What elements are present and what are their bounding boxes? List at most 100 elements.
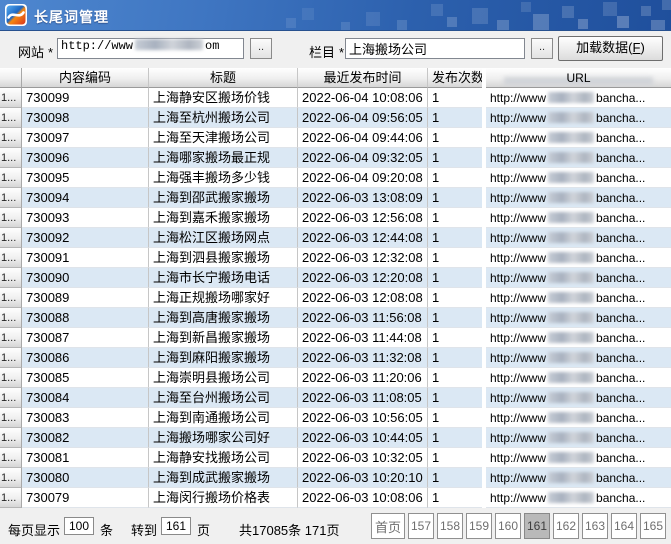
table-row-url[interactable]: http://wwwbancha... bbox=[486, 188, 671, 208]
table-row[interactable]: 1...730082上海搬场哪家公司好2022-06-03 10:44:051 bbox=[0, 428, 482, 448]
row-selector[interactable]: 1... bbox=[0, 208, 22, 228]
row-selector[interactable]: 1... bbox=[0, 108, 22, 128]
table-row-url[interactable]: http://wwwbancha... bbox=[486, 288, 671, 308]
page-first-button[interactable]: 首页 bbox=[371, 513, 405, 539]
censored-url-segment bbox=[548, 192, 594, 203]
table-row[interactable]: 1...730085上海崇明县搬场公司2022-06-03 11:20:061 bbox=[0, 368, 482, 388]
table-row[interactable]: 1...730088上海到高唐搬家搬场2022-06-03 11:56:081 bbox=[0, 308, 482, 328]
table-row[interactable]: 1...730098上海至杭州搬场公司2022-06-04 09:56:051 bbox=[0, 108, 482, 128]
table-row-url[interactable]: http://wwwbancha... bbox=[486, 448, 671, 468]
row-selector[interactable]: 1... bbox=[0, 388, 22, 408]
censored-url-segment bbox=[548, 212, 594, 223]
table-row-url[interactable]: http://wwwbancha... bbox=[486, 168, 671, 188]
page-button-162[interactable]: 162 bbox=[553, 513, 579, 539]
table-row[interactable]: 1...730092上海松江区搬场网点2022-06-03 12:44:081 bbox=[0, 228, 482, 248]
row-selector[interactable]: 1... bbox=[0, 468, 22, 488]
row-selector[interactable]: 1... bbox=[0, 448, 22, 468]
table-row-url[interactable]: http://wwwbancha... bbox=[486, 408, 671, 428]
table-row-url[interactable]: http://wwwbancha... bbox=[486, 208, 671, 228]
page-button-164[interactable]: 164 bbox=[611, 513, 637, 539]
cell-url: http://wwwbancha... bbox=[486, 88, 671, 108]
row-selector[interactable]: 1... bbox=[0, 308, 22, 328]
page-button-158[interactable]: 158 bbox=[437, 513, 463, 539]
load-data-button[interactable]: 加载数据(F) bbox=[558, 36, 663, 61]
table-row[interactable]: 1...730087上海到新昌搬家搬场2022-06-03 11:44:081 bbox=[0, 328, 482, 348]
site-browse-button[interactable]: .. bbox=[250, 38, 272, 59]
per-page-input[interactable] bbox=[64, 517, 94, 535]
table-row-url[interactable]: http://wwwbancha... bbox=[486, 468, 671, 488]
keyword-table: 内容编码 标题 最近发布时间 发布次数 1...730099上海静安区搬场价钱2… bbox=[0, 68, 482, 508]
censored-url-segment bbox=[548, 292, 594, 303]
page-button-157[interactable]: 157 bbox=[408, 513, 434, 539]
table-row-url[interactable]: http://wwwbancha... bbox=[486, 88, 671, 108]
cell-content-code: 730092 bbox=[22, 228, 149, 248]
goto-page-input[interactable] bbox=[161, 517, 191, 535]
table-row[interactable]: 1...730086上海到麻阳搬家搬场2022-06-03 11:32:081 bbox=[0, 348, 482, 368]
url-prefix: http://www bbox=[490, 111, 546, 125]
page-button-163[interactable]: 163 bbox=[582, 513, 608, 539]
table-row[interactable]: 1...730083上海到南通搬场公司2022-06-03 10:56:051 bbox=[0, 408, 482, 428]
cell-publish-time: 2022-06-03 12:32:08 bbox=[298, 248, 428, 268]
row-selector[interactable]: 1... bbox=[0, 188, 22, 208]
table-row-url[interactable]: http://wwwbancha... bbox=[486, 108, 671, 128]
row-selector[interactable]: 1... bbox=[0, 268, 22, 288]
row-selector[interactable]: 1... bbox=[0, 288, 22, 308]
header-title[interactable]: 标题 bbox=[149, 68, 298, 88]
cell-content-code: 730086 bbox=[22, 348, 149, 368]
table-row-url[interactable]: http://wwwbancha... bbox=[486, 128, 671, 148]
row-selector[interactable]: 1... bbox=[0, 128, 22, 148]
row-selector[interactable]: 1... bbox=[0, 148, 22, 168]
header-content-code[interactable]: 内容编码 bbox=[22, 68, 149, 88]
cell-url: http://wwwbancha... bbox=[486, 128, 671, 148]
page-button-161[interactable]: 161 bbox=[524, 513, 550, 539]
cell-publish-count: 1 bbox=[428, 208, 482, 228]
url-suffix: bancha... bbox=[596, 191, 645, 205]
row-selector[interactable]: 1... bbox=[0, 168, 22, 188]
site-url-input[interactable]: http://wwwom bbox=[57, 38, 244, 59]
url-prefix: http://www bbox=[490, 491, 546, 505]
table-row-url[interactable]: http://wwwbancha... bbox=[486, 268, 671, 288]
table-row-url[interactable]: http://wwwbancha... bbox=[486, 308, 671, 328]
table-row-url[interactable]: http://wwwbancha... bbox=[486, 148, 671, 168]
row-selector[interactable]: 1... bbox=[0, 408, 22, 428]
table-row[interactable]: 1...730099上海静安区搬场价钱2022-06-04 10:08:061 bbox=[0, 88, 482, 108]
table-row[interactable]: 1...730093上海到嘉禾搬家搬场2022-06-03 12:56:081 bbox=[0, 208, 482, 228]
cell-title: 上海市长宁搬场电话 bbox=[149, 268, 298, 288]
table-row[interactable]: 1...730095上海强丰搬场多少钱2022-06-04 09:20:081 bbox=[0, 168, 482, 188]
table-row[interactable]: 1...730096上海哪家搬场最正规2022-06-04 09:32:051 bbox=[0, 148, 482, 168]
page-button-160[interactable]: 160 bbox=[495, 513, 521, 539]
table-row-url[interactable]: http://wwwbancha... bbox=[486, 428, 671, 448]
table-row[interactable]: 1...730081上海静安找搬场公司2022-06-03 10:32:051 bbox=[0, 448, 482, 468]
table-row-url[interactable]: http://wwwbancha... bbox=[486, 348, 671, 368]
table-row-url[interactable]: http://wwwbancha... bbox=[486, 328, 671, 348]
table-row[interactable]: 1...730097上海至天津搬场公司2022-06-04 09:44:061 bbox=[0, 128, 482, 148]
table-row[interactable]: 1...730079上海闵行搬场价格表2022-06-03 10:08:061 bbox=[0, 488, 482, 508]
header-url[interactable]: URL bbox=[486, 68, 671, 88]
table-row-url[interactable]: http://wwwbancha... bbox=[486, 248, 671, 268]
table-row[interactable]: 1...730094上海到邵武搬家搬场2022-06-03 13:08:091 bbox=[0, 188, 482, 208]
row-selector[interactable]: 1... bbox=[0, 428, 22, 448]
table-row[interactable]: 1...730090上海市长宁搬场电话2022-06-03 12:20:081 bbox=[0, 268, 482, 288]
header-publish-time[interactable]: 最近发布时间 bbox=[298, 68, 428, 88]
header-publish-count[interactable]: 发布次数 bbox=[428, 68, 482, 88]
page-button-159[interactable]: 159 bbox=[466, 513, 492, 539]
row-selector[interactable]: 1... bbox=[0, 348, 22, 368]
table-row[interactable]: 1...730084上海至台州搬场公司2022-06-03 11:08:051 bbox=[0, 388, 482, 408]
table-row[interactable]: 1...730091上海到泗县搬家搬场2022-06-03 12:32:081 bbox=[0, 248, 482, 268]
table-row-url[interactable]: http://wwwbancha... bbox=[486, 368, 671, 388]
table-row-url[interactable]: http://wwwbancha... bbox=[486, 388, 671, 408]
table-row-url[interactable]: http://wwwbancha... bbox=[486, 228, 671, 248]
column-browse-button[interactable]: .. bbox=[531, 38, 553, 59]
window-title: 长尾词管理 bbox=[34, 7, 109, 27]
row-selector[interactable]: 1... bbox=[0, 488, 22, 508]
row-selector[interactable]: 1... bbox=[0, 328, 22, 348]
table-row[interactable]: 1...730089上海正规搬场哪家好2022-06-03 12:08:081 bbox=[0, 288, 482, 308]
row-selector[interactable]: 1... bbox=[0, 368, 22, 388]
table-row-url[interactable]: http://wwwbancha... bbox=[486, 488, 671, 508]
row-selector[interactable]: 1... bbox=[0, 228, 22, 248]
page-button-165[interactable]: 165 bbox=[640, 513, 666, 539]
column-input[interactable]: 上海搬场公司 bbox=[345, 38, 525, 59]
table-row[interactable]: 1...730080上海到成武搬家搬场2022-06-03 10:20:101 bbox=[0, 468, 482, 488]
row-selector[interactable]: 1... bbox=[0, 88, 22, 108]
row-selector[interactable]: 1... bbox=[0, 248, 22, 268]
